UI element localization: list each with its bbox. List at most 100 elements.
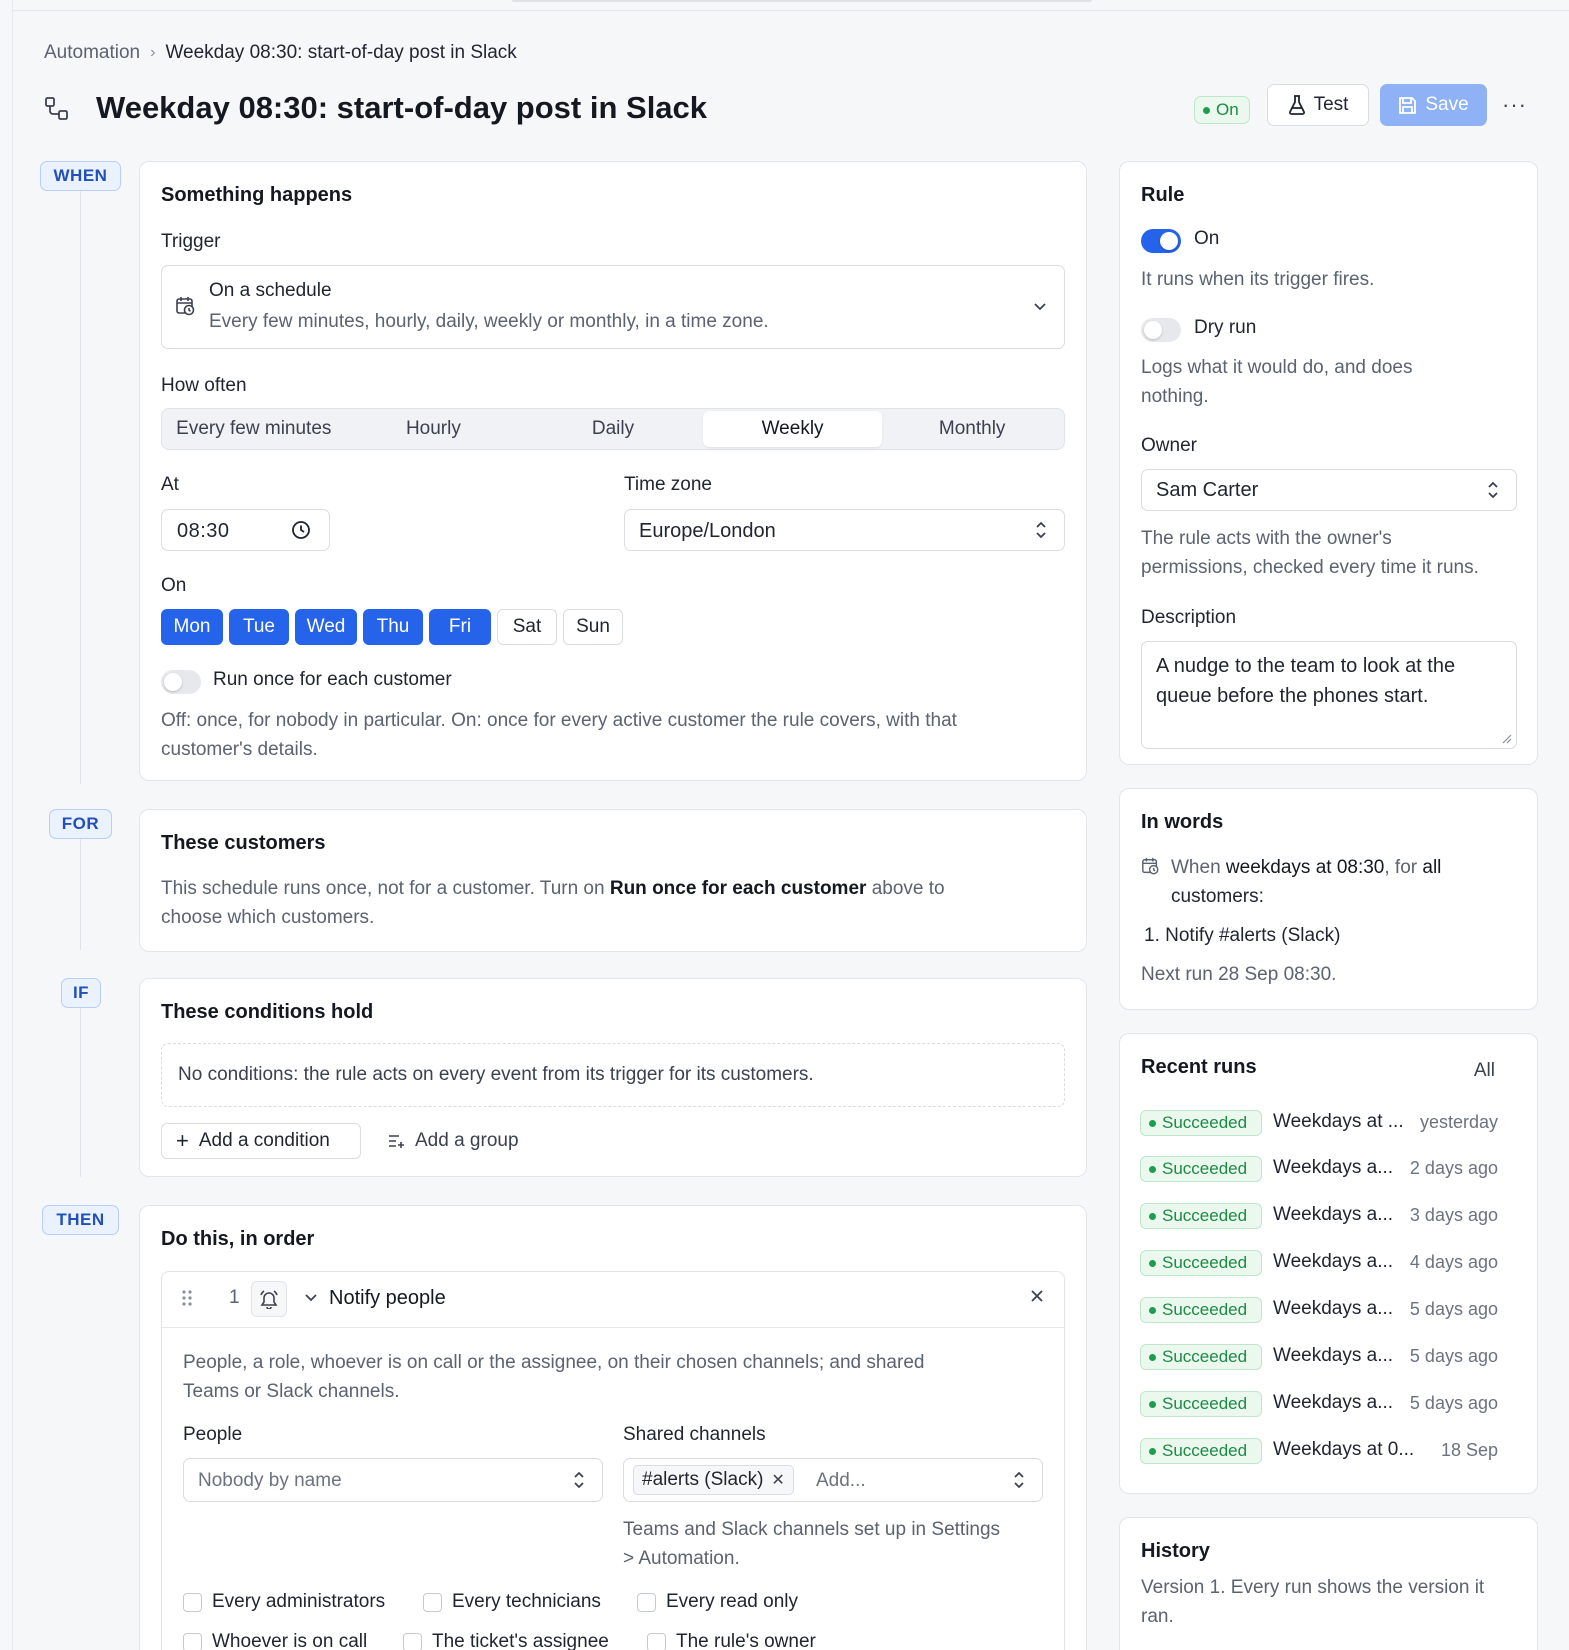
owner-help-line1: The rule acts with the owner's [1141,528,1392,549]
run-status-badge: Succeeded [1140,1438,1262,1464]
at-label: At [161,474,179,495]
resize-handle-icon[interactable] [1502,734,1512,744]
drag-handle-icon[interactable] [182,1290,192,1306]
checkbox[interactable] [423,1592,442,1612]
timezone-select[interactable]: Europe/London [624,509,1065,551]
words-scope: all [1422,857,1442,878]
run-row[interactable]: Succeeded Weekdays a... 3 days ago [1140,1203,1498,1231]
frequency-daily[interactable]: Daily [523,411,703,447]
rule-on-help: It runs when its trigger fires. [1141,269,1375,290]
words-part: When [1171,857,1226,878]
run-row[interactable]: Succeeded Weekdays a... 5 days ago [1140,1297,1498,1325]
for-card-text-line1: This schedule runs once, not for a custo… [161,874,945,903]
channel-add-placeholder[interactable]: Add... [816,1470,866,1492]
remove-chip-icon[interactable]: ✕ [771,1470,784,1490]
run-time: 4 days ago [1409,1252,1498,1272]
day-thu[interactable]: Thu [363,609,423,645]
description-textarea[interactable]: A nudge to the team to look at the queue… [1141,641,1517,749]
frequency-every-few-minutes[interactable]: Every few minutes [164,411,344,447]
owner-select[interactable]: Sam Carter [1141,469,1517,511]
checkbox[interactable] [403,1632,422,1650]
in-words-sentence-line1: When weekdays at 08:30, for all [1171,853,1441,882]
status-badge: On [1194,96,1250,124]
run-time: yesterday [1419,1112,1498,1132]
action-description-line1: People, a role, whoever is on call or th… [183,1352,925,1373]
run-row[interactable]: Succeeded Weekdays a... 4 days ago [1140,1250,1498,1278]
run-row[interactable]: Succeeded Weekdays at ... yesterday [1140,1110,1498,1138]
breadcrumb-root[interactable]: Automation [44,42,140,64]
history-title: History [1141,1540,1210,1562]
for-card-title: These customers [161,832,326,854]
if-card: These conditions hold No conditions: the… [139,978,1087,1177]
checkbox[interactable] [647,1632,666,1650]
run-row[interactable]: Succeeded Weekdays a... 5 days ago [1140,1391,1498,1419]
when-card-title: Something happens [161,184,353,206]
people-select[interactable]: Nobody by name [183,1458,603,1502]
add-condition-button[interactable]: + Add a condition [161,1123,361,1159]
chevron-down-icon [1032,298,1048,314]
status-dot-icon [1203,106,1210,114]
run-row[interactable]: Succeeded Weekdays a... 5 days ago [1140,1344,1498,1372]
all-runs-link[interactable]: All [1474,1060,1495,1082]
frequency-weekly[interactable]: Weekly [702,411,883,447]
recent-runs-title: Recent runs [1141,1056,1257,1078]
status-dot-icon [1149,1259,1156,1267]
check-whoever-on-call[interactable]: Whoever is on call [183,1631,367,1650]
check-every-read-only[interactable]: Every read only [637,1591,798,1613]
run-name: Weekdays a... [1273,1392,1394,1413]
run-status: Succeeded [1162,1206,1248,1225]
more-options-icon[interactable]: ··· [1502,92,1527,118]
run-status-badge: Succeeded [1140,1297,1262,1323]
check-every-administrators[interactable]: Every administrators [183,1591,385,1613]
checkbox[interactable] [183,1632,202,1650]
shared-channels-select[interactable]: #alerts (Slack) ✕ Add... [623,1458,1043,1502]
action-description-line2: Teams or Slack channels. [183,1381,400,1402]
day-sun[interactable]: Sun [563,609,623,645]
title-row: Weekday 08:30: start-of-day post in Slac… [44,84,1539,132]
calendar-clock-icon [175,296,196,317]
at-time-input[interactable]: 08:30 [161,509,330,551]
run-row[interactable]: Succeeded Weekdays at 0... 18 Sep [1140,1438,1498,1466]
checkbox[interactable] [637,1592,656,1612]
dry-run-help-line1: Logs what it would do, and does [1141,357,1413,378]
rule-on-toggle[interactable] [1141,229,1181,253]
trigger-select[interactable]: On a schedule Every few minutes, hourly,… [161,265,1065,349]
dry-run-toggle[interactable] [1141,318,1181,342]
collapse-chevron-icon[interactable] [304,1291,318,1305]
people-label: People [183,1424,243,1445]
description-value-line1: A nudge to the team to look at the [1156,655,1456,677]
day-sat[interactable]: Sat [497,609,557,645]
run-name: Weekdays a... [1273,1345,1394,1366]
close-icon[interactable] [1030,1289,1044,1303]
bell-icon [251,1281,287,1317]
frequency-monthly[interactable]: Monthly [882,411,1062,447]
checkbox[interactable] [183,1592,202,1612]
workflow-icon [44,96,70,122]
run-row[interactable]: Succeeded Weekdays a... 2 days ago [1140,1156,1498,1184]
trigger-description: Every few minutes, hourly, daily, weekly… [209,311,769,332]
rail-tag-when: WHEN [40,161,121,191]
save-button[interactable]: Save [1380,84,1487,126]
check-label: The ticket's assignee [432,1631,609,1650]
frequency-hourly[interactable]: Hourly [344,411,524,447]
run-time: 5 days ago [1409,1346,1498,1366]
run-time: 18 Sep [1440,1440,1498,1460]
check-every-technicians[interactable]: Every technicians [423,1591,601,1613]
day-tue[interactable]: Tue [229,609,289,645]
rail-tag-if: IF [61,978,101,1008]
day-fri[interactable]: Fri [429,609,491,645]
run-status: Succeeded [1162,1300,1248,1319]
check-ticket-assignee[interactable]: The ticket's assignee [403,1631,609,1650]
test-button[interactable]: Test [1267,84,1369,126]
for-card-text-line2: choose which customers. [161,907,375,928]
status-dot-icon [1149,1165,1156,1173]
check-label: Every technicians [452,1591,601,1612]
day-wed[interactable]: Wed [295,609,357,645]
add-group-button[interactable]: Add a group [388,1123,519,1159]
per-customer-toggle[interactable] [161,670,201,694]
plus-icon: + [176,1128,189,1153]
check-rule-owner[interactable]: The rule's owner [647,1631,816,1650]
day-mon[interactable]: Mon [161,609,223,645]
chevron-updown-icon [1486,480,1500,500]
chevron-updown-icon [1012,1470,1026,1490]
